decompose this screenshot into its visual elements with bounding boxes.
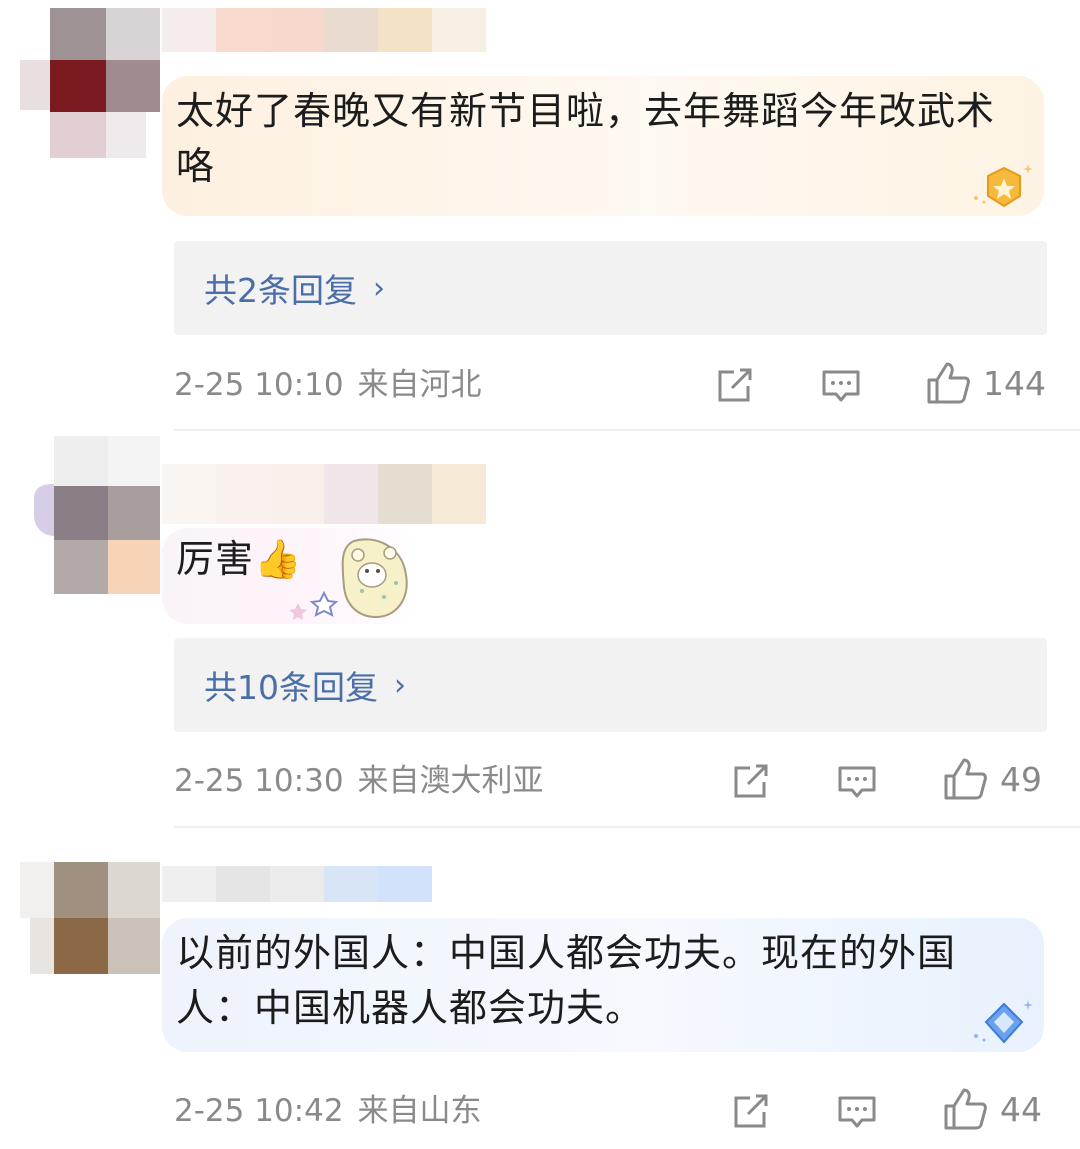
- comment-meta: 2-25 10:10 来自河北: [174, 362, 482, 408]
- comment-location: 来自河北: [357, 367, 482, 403]
- avatar[interactable]: [20, 8, 160, 158]
- comment-icon: [838, 766, 876, 798]
- username-blurred[interactable]: [162, 8, 486, 52]
- comment-meta: 2-25 10:30 来自澳大利亚: [174, 758, 544, 804]
- replies-count-label: 共2条回复: [204, 271, 357, 310]
- like-button[interactable]: 44: [942, 1086, 1042, 1132]
- blue-diamond-badge-icon: [970, 998, 1034, 1052]
- comment-icon: [838, 1096, 876, 1128]
- reply-button[interactable]: [836, 1088, 878, 1134]
- thumbs-up-icon: [927, 362, 970, 404]
- divider: [174, 429, 1080, 431]
- comment-text: 太好了春晚又有新节目啦，去年舞蹈今年改武术咯: [176, 89, 996, 188]
- avatar[interactable]: [20, 436, 160, 594]
- comment-text: 以前的外国人：中国人都会功夫。现在的外国人：中国机器人都会功夫。: [176, 931, 957, 1030]
- comment-icon: [822, 370, 860, 402]
- reply-button[interactable]: [836, 758, 878, 804]
- comment-date: 2-25 10:42: [174, 1093, 344, 1129]
- like-count: 49: [1000, 759, 1042, 799]
- comment-location: 来自澳大利亚: [357, 763, 544, 799]
- username-blurred[interactable]: [162, 866, 432, 902]
- comment-location: 来自山东: [357, 1093, 482, 1129]
- comment-bubble: 太好了春晚又有新节目啦，去年舞蹈今年改武术咯: [162, 76, 1044, 216]
- view-replies-button[interactable]: 共2条回复 ›: [174, 241, 1047, 335]
- share-icon: [718, 368, 752, 402]
- reply-button[interactable]: [820, 362, 862, 408]
- comment-date: 2-25 10:30: [174, 763, 344, 799]
- divider: [174, 826, 1080, 828]
- chevron-right-icon: ›: [373, 270, 385, 306]
- like-count: 144: [983, 363, 1046, 403]
- view-replies-button[interactable]: 共10条回复 ›: [174, 638, 1047, 732]
- share-icon: [734, 1094, 768, 1128]
- comment-date: 2-25 10:10: [174, 367, 344, 403]
- like-button[interactable]: 144: [925, 360, 1046, 406]
- chevron-right-icon: ›: [394, 667, 406, 703]
- replies-count-label: 共10条回复: [204, 668, 378, 707]
- share-button[interactable]: [730, 1088, 772, 1134]
- avatar[interactable]: [20, 862, 160, 1002]
- share-icon: [734, 764, 768, 798]
- like-count: 44: [1000, 1089, 1042, 1129]
- like-button[interactable]: 49: [942, 756, 1042, 802]
- bear-sticker-icon: [284, 535, 414, 621]
- username-blurred[interactable]: [162, 464, 486, 524]
- share-button[interactable]: [714, 362, 756, 408]
- comment-meta: 2-25 10:42 来自山东: [174, 1088, 482, 1134]
- gold-star-badge-icon: [970, 162, 1034, 216]
- share-button[interactable]: [730, 758, 772, 804]
- comment-bubble: 以前的外国人：中国人都会功夫。现在的外国人：中国机器人都会功夫。: [162, 918, 1044, 1052]
- thumbs-up-icon: [944, 758, 987, 800]
- thumbs-up-icon: [944, 1088, 987, 1130]
